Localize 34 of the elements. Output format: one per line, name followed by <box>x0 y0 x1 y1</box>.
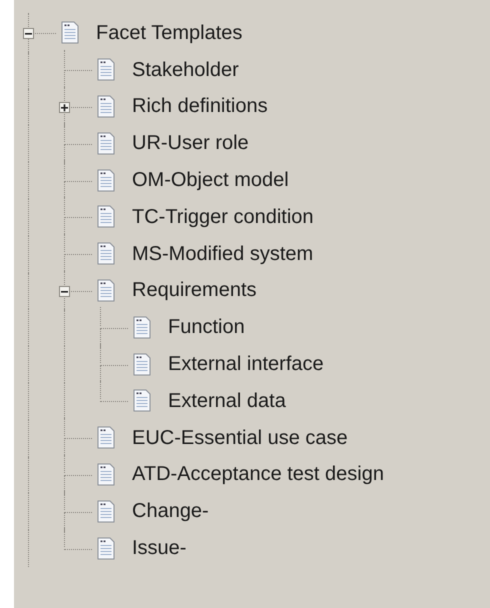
document-icon <box>96 242 116 266</box>
document-icon <box>60 21 80 46</box>
document-icon <box>96 58 116 82</box>
tree-item-label[interactable]: TC-Trigger condition <box>132 206 314 229</box>
document-icon <box>96 426 116 450</box>
tree-item-label[interactable]: OM-Object model <box>132 169 289 192</box>
document-icon <box>96 278 116 303</box>
tree-item-label[interactable]: ATD-Acceptance test design <box>132 463 384 486</box>
tree-item-label[interactable]: UR-User role <box>132 132 249 156</box>
tree-item-label[interactable]: Requirements <box>132 279 257 302</box>
tree-item-label[interactable]: Stakeholder <box>132 58 239 82</box>
document-icon <box>132 316 152 340</box>
plus-icon <box>60 102 69 112</box>
tree-item-label[interactable]: Change- <box>132 500 209 524</box>
document-icon <box>132 389 152 414</box>
document-icon <box>96 462 116 487</box>
tree-item-label[interactable]: Facet Templates <box>96 22 242 45</box>
tree-item-label[interactable]: EUC-Essential use case <box>132 426 348 450</box>
expand-toggle[interactable] <box>59 102 70 113</box>
tree-item-label[interactable]: Rich definitions <box>132 95 268 118</box>
document-icon <box>96 168 116 193</box>
document-icon <box>96 132 116 156</box>
tree-item-label[interactable]: Function <box>168 316 245 340</box>
tree-item-label[interactable]: MS-Modified system <box>132 242 314 266</box>
expand-toggle[interactable] <box>23 28 34 40</box>
document-icon <box>96 500 116 524</box>
document-icon <box>132 352 152 377</box>
expand-toggle[interactable] <box>59 286 70 297</box>
tree-item-label[interactable]: Issue- <box>132 537 186 560</box>
tree-item-label[interactable]: External data <box>168 390 286 413</box>
document-icon <box>96 94 116 119</box>
document-icon <box>96 536 116 561</box>
document-icon <box>96 205 116 230</box>
tree-item-label[interactable]: External interface <box>168 353 324 376</box>
